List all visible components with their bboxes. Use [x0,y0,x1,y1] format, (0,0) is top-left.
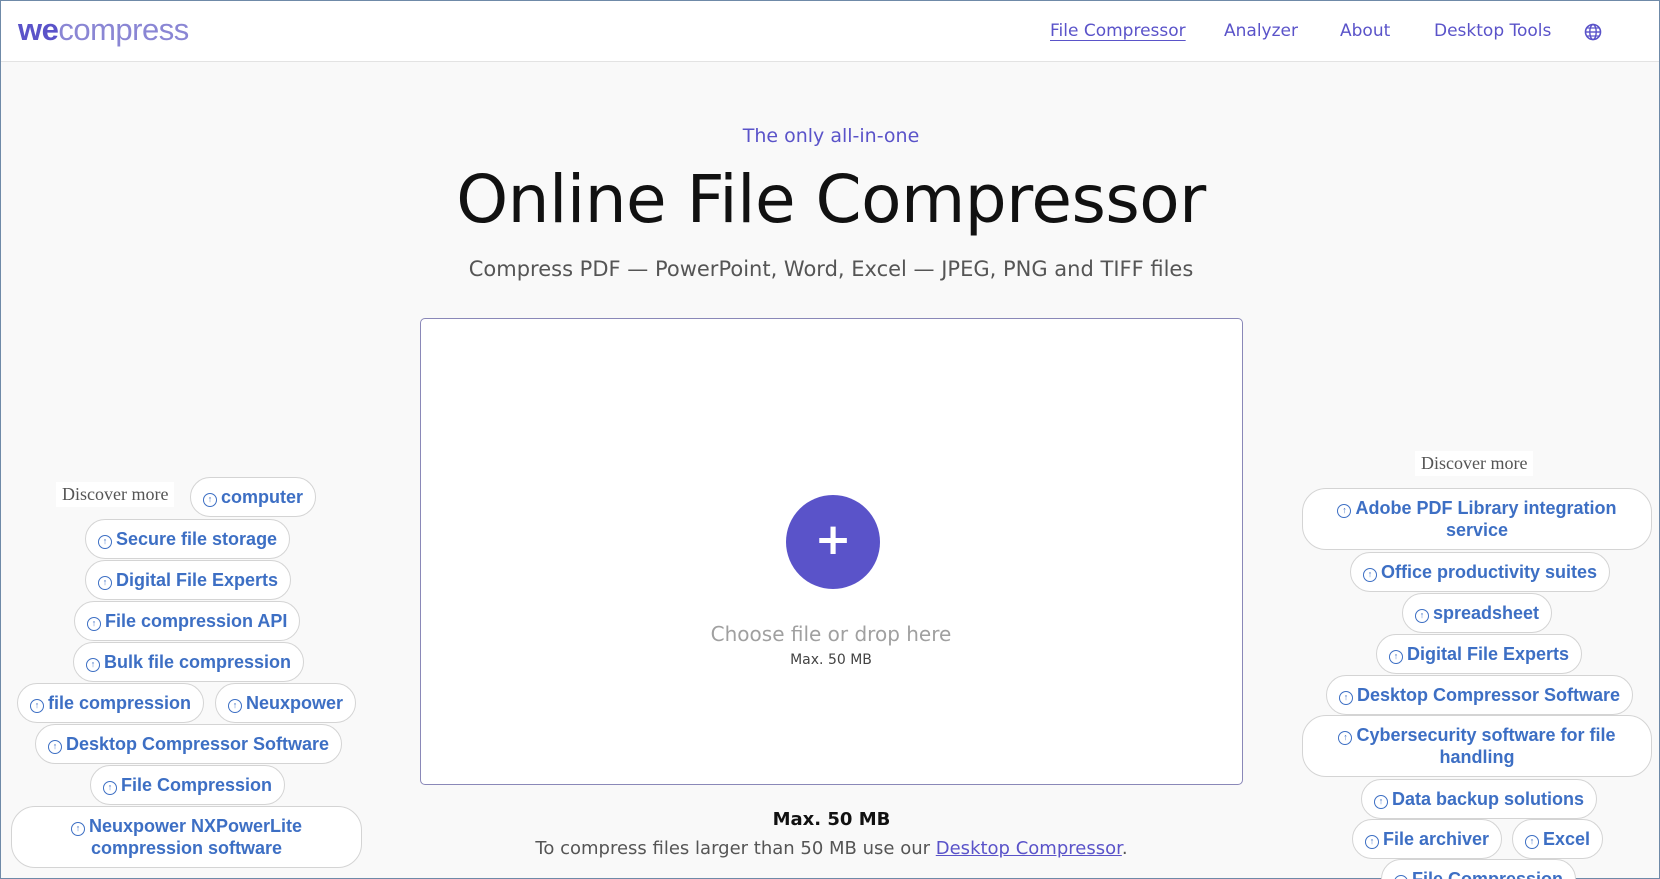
right-chip-file-compression[interactable]: ↑ File Compression [1381,859,1577,879]
plus-icon: + [814,514,852,565]
chip-arrow-icon: ↑ [1525,835,1539,849]
chip-label: Cybersecurity software for file handling [1356,725,1616,767]
left-chip-file-compression-2[interactable]: ↑ File Compression [90,765,286,805]
right-chip-office-productivity-suites[interactable]: ↑ Office productivity suites [1350,552,1611,592]
chip-label: Neuxpower NXPowerLite compression softwa… [88,816,303,858]
note-suffix: . [1121,838,1128,859]
chip-label: Office productivity suites [1381,562,1598,582]
file-dropzone[interactable]: + Choose file or drop here Max. 50 MB [420,318,1243,785]
nav-analyzer[interactable]: Analyzer [1224,21,1298,41]
chip-label: Digital File Experts [116,570,279,590]
chip-arrow-icon: ↑ [86,658,100,672]
chip-arrow-icon: ↑ [98,576,112,590]
chip-label: Excel [1543,829,1591,849]
tagline: The only all-in-one [742,125,920,147]
chip-label: File archiver [1383,829,1490,849]
chip-label: Neuxpower [246,693,344,713]
chip-arrow-icon: ↑ [48,740,62,754]
right-chip-desktop-compressor-software[interactable]: ↑ Desktop Compressor Software [1326,675,1634,715]
right-chip-adobe-pdf-library[interactable]: ↑ Adobe PDF Library integration service [1302,488,1652,550]
chip-arrow-icon: ↑ [1337,504,1352,518]
left-chip-computer[interactable]: ↑ computer [190,477,317,517]
left-chip-file-compression-api[interactable]: ↑ File compression API [74,601,301,641]
right-chip-cybersecurity-software[interactable]: ↑ Cybersecurity software for file handlin… [1302,715,1652,777]
page-subtitle: Compress PDF — PowerPoint, Word, Excel —… [468,257,1194,281]
top-header: wecompress File Compressor Analyzer Abou… [1,1,1659,62]
large-file-note: To compress files larger than 50 MB use … [420,838,1243,859]
page-title: Online File Compressor [456,161,1206,238]
left-chip-file-compression[interactable]: ↑ file compression [17,683,205,723]
chip-arrow-icon: ↑ [228,699,242,713]
chip-arrow-icon: ↑ [203,493,217,507]
chip-label: File Compression [1412,869,1564,879]
chip-arrow-icon: ↑ [1374,795,1388,809]
chip-arrow-icon: ↑ [1365,835,1379,849]
left-discover-label: Discover more [56,482,175,507]
globe-icon[interactable] [1584,23,1602,41]
max-size-hint: Max. 50 MB [790,652,872,668]
chip-arrow-icon: ↑ [87,617,101,631]
nav-file-compressor[interactable]: File Compressor [1050,21,1186,41]
right-discover-label: Discover more [1415,451,1534,476]
nav-about[interactable]: About [1340,21,1390,41]
add-file-button[interactable]: + [786,495,880,589]
note-prefix: To compress files larger than 50 MB use … [535,838,936,859]
chip-label: Bulk file compression [104,652,292,672]
chip-label: spreadsheet [1433,603,1540,623]
chip-label: file compression [48,693,192,713]
chip-label: Desktop Compressor Software [1357,685,1621,705]
chip-arrow-icon: ↑ [70,822,85,836]
chip-label: Secure file storage [116,529,278,549]
chip-arrow-icon: ↑ [103,781,117,795]
right-chip-data-backup-solutions[interactable]: ↑ Data backup solutions [1361,779,1598,819]
left-chip-desktop-compressor-software[interactable]: ↑ Desktop Compressor Software [35,724,343,764]
max-size-label: Max. 50 MB [772,809,891,830]
chip-label: Data backup solutions [1392,789,1585,809]
chip-arrow-icon: ↑ [1415,609,1429,623]
chip-arrow-icon: ↑ [1338,731,1353,745]
right-chip-file-archiver[interactable]: ↑ File archiver [1352,819,1503,859]
chip-arrow-icon: ↑ [1363,568,1377,582]
chip-arrow-icon: ↑ [1394,875,1408,879]
chip-arrow-icon: ↑ [30,699,44,713]
right-chip-excel[interactable]: ↑ Excel [1512,819,1604,859]
chip-label: computer [221,487,304,507]
left-chip-neuxpower-nxpowerlite[interactable]: ↑ Neuxpower NXPowerLite compression softw… [11,806,362,868]
chip-label: File Compression [121,775,273,795]
chip-arrow-icon: ↑ [1389,650,1403,664]
left-chip-secure-file-storage[interactable]: ↑ Secure file storage [85,519,291,559]
right-chip-spreadsheet[interactable]: ↑ spreadsheet [1402,593,1553,633]
nav-desktop-tools[interactable]: Desktop Tools [1434,21,1551,41]
left-chip-digital-file-experts[interactable]: ↑ Digital File Experts [85,560,292,600]
chip-label: Digital File Experts [1407,644,1570,664]
logo-we: we [18,12,59,47]
right-chip-digital-file-experts[interactable]: ↑ Digital File Experts [1376,634,1583,674]
desktop-compressor-link[interactable]: Desktop Compressor [936,838,1122,859]
left-chip-neuxpower[interactable]: ↑ Neuxpower [215,683,357,723]
chip-arrow-icon: ↑ [98,535,112,549]
logo[interactable]: wecompress [18,12,189,48]
left-chip-bulk-file-compression[interactable]: ↑ Bulk file compression [73,642,305,682]
chip-label: Adobe PDF Library integration service [1355,498,1617,540]
choose-file-text: Choose file or drop here [710,622,952,646]
chip-label: File compression API [105,611,288,631]
chip-label: Desktop Compressor Software [66,734,330,754]
chip-arrow-icon: ↑ [1339,691,1353,705]
logo-rest: compress [58,12,189,47]
